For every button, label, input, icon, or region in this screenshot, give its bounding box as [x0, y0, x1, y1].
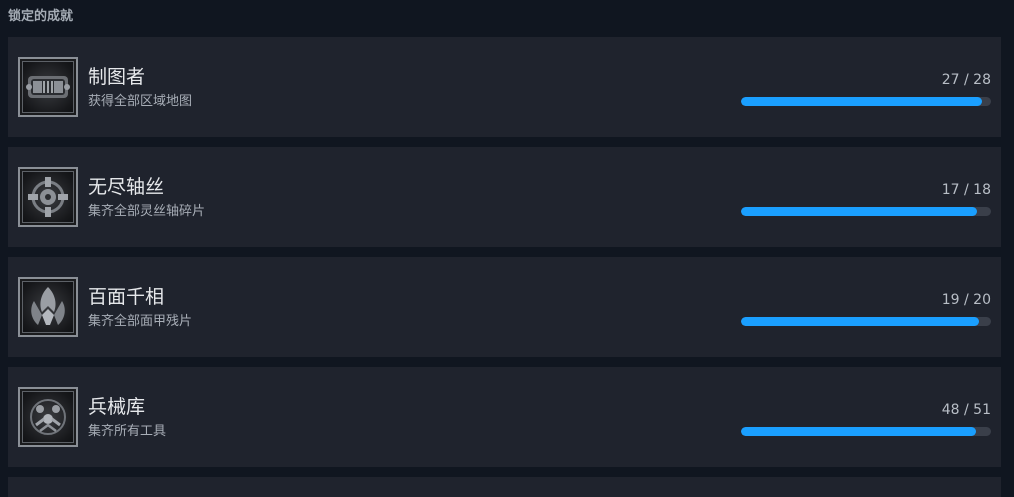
progress-text: 17 / 18 — [941, 182, 991, 198]
achievement-description: 集齐全部面甲残片 — [88, 314, 193, 329]
progress-fill — [741, 317, 979, 326]
map-scroll-icon — [18, 57, 78, 117]
achievement-description: 获得全部区域地图 — [88, 94, 193, 109]
mask-shards-icon — [18, 277, 78, 337]
tool-arsenal-icon — [18, 387, 78, 447]
progress-text: 27 / 28 — [941, 72, 991, 88]
achievement-card-partial[interactable] — [8, 477, 1001, 497]
achievement-name: 无尽轴丝 — [88, 176, 165, 198]
achievement-card[interactable]: 无尽轴丝 集齐全部灵丝轴碎片 17 / 18 — [8, 147, 1001, 247]
progress-bar — [741, 97, 991, 106]
progress-fill — [741, 427, 977, 436]
achievement-name: 百面千相 — [88, 286, 165, 308]
achievement-description: 集齐所有工具 — [88, 424, 167, 439]
progress-bar — [741, 427, 991, 436]
achievement-card[interactable]: 百面千相 集齐全部面甲残片 19 / 20 — [8, 257, 1001, 357]
silk-spool-icon — [18, 167, 78, 227]
progress-bar — [741, 207, 991, 216]
progress-fill — [741, 207, 977, 216]
achievement-card[interactable]: 兵械库 集齐所有工具 48 / 51 — [8, 367, 1001, 467]
achievement-card[interactable]: 制图者 获得全部区域地图 27 / 28 — [8, 37, 1001, 137]
progress-fill — [741, 97, 982, 106]
progress-bar — [741, 317, 991, 326]
achievement-name: 兵械库 — [88, 396, 146, 418]
progress-text: 48 / 51 — [941, 402, 991, 418]
section-title: 锁定的成就 — [8, 9, 74, 24]
progress-text: 19 / 20 — [941, 292, 991, 308]
achievement-description: 集齐全部灵丝轴碎片 — [88, 204, 206, 219]
achievement-name: 制图者 — [88, 66, 146, 88]
achievement-list: 制图者 获得全部区域地图 27 / 28 无尽轴丝 集齐全部灵丝轴碎片 17 /… — [8, 37, 1001, 497]
